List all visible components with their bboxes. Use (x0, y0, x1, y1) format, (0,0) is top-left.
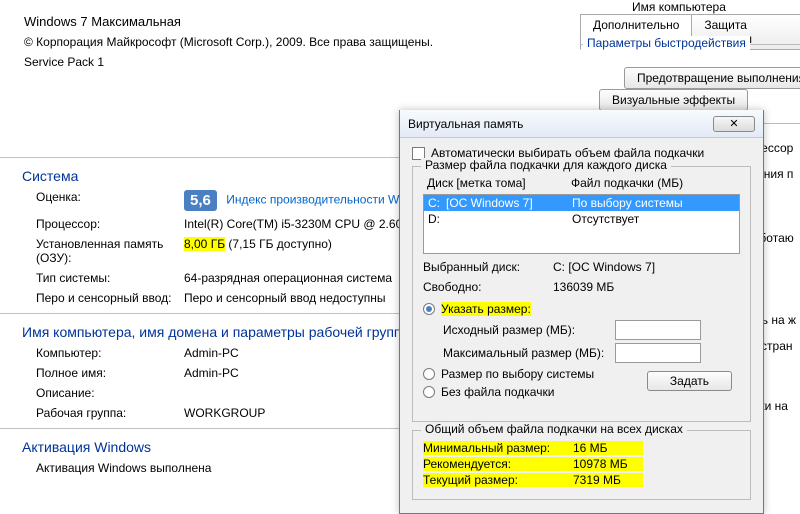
radio-system-label: Размер по выбору системы (441, 367, 594, 381)
rating-label: Оценка: (24, 190, 184, 211)
totals-title: Общий объем файла подкачки на всех диска… (421, 422, 687, 436)
totals-group: Общий объем файла подкачки на всех диска… (412, 430, 751, 500)
ram-label: Установленная память (ОЗУ): (24, 237, 184, 265)
cpu-label: Процессор: (24, 217, 184, 231)
per-drive-title: Размер файла подкачки для каждого диска (421, 158, 671, 172)
os-edition: Windows 7 Максимальная (24, 14, 584, 29)
free-space-value: 136039 МБ (553, 280, 740, 294)
selected-drive-value: C: [OC Windows 7] (553, 260, 740, 274)
wei-score-badge[interactable]: 5,6 (184, 190, 217, 211)
initial-size-input[interactable] (615, 320, 701, 340)
dialog-titlebar[interactable]: Виртуальная память ✕ (400, 110, 763, 138)
workgroup-label: Рабочая группа: (24, 406, 184, 420)
cur-size-value: 7319 МБ (573, 473, 643, 487)
dep-tab-button[interactable]: Предотвращение выполнения данных (624, 67, 800, 89)
service-pack: Service Pack 1 (24, 55, 584, 69)
min-size-label: Минимальный размер: (423, 441, 573, 455)
virtual-memory-dialog: Виртуальная память ✕ Автоматически выбир… (399, 110, 764, 514)
drive-row-d[interactable]: D: Отсутствует (424, 211, 739, 227)
close-button[interactable]: ✕ (713, 116, 755, 132)
radio-icon (423, 303, 435, 315)
drive-list[interactable]: C: [OC Windows 7] По выбору системы D: О… (423, 194, 740, 254)
free-space-label: Свободно: (423, 280, 553, 294)
max-size-input[interactable] (615, 343, 701, 363)
pen-label: Перо и сенсорный ввод: (24, 291, 184, 305)
radio-custom-size[interactable]: Указать размер: (423, 302, 740, 316)
radio-icon (423, 386, 435, 398)
min-size-value: 16 МБ (573, 441, 643, 455)
drive-row-c[interactable]: C: [OC Windows 7] По выбору системы (424, 195, 739, 211)
close-icon: ✕ (729, 117, 738, 130)
set-button[interactable]: Задать (647, 371, 732, 391)
copyright-text: © Корпорация Майкрософт (Microsoft Corp.… (24, 35, 584, 49)
visual-effects-tab-button[interactable]: Визуальные эффекты (599, 89, 748, 111)
per-drive-group: Размер файла подкачки для каждого диска … (412, 166, 751, 422)
radio-icon (423, 368, 435, 380)
col-drive: Диск [метка тома] (427, 176, 571, 190)
max-size-label: Максимальный размер (МБ): (443, 346, 615, 360)
cur-size-label: Текущий размер: (423, 473, 573, 487)
activation-status: Активация Windows выполнена (24, 461, 211, 475)
perf-options-title: Параметры быстродействия (583, 36, 750, 50)
initial-size-label: Исходный размер (МБ): (443, 323, 615, 337)
dialog-title: Виртуальная память (408, 117, 713, 131)
fullname-label: Полное имя: (24, 366, 184, 380)
systype-label: Тип системы: (24, 271, 184, 285)
desc-label: Описание: (24, 386, 184, 400)
drive-table-header: Диск [метка тома] Файл подкачки (МБ) (423, 175, 740, 191)
radio-none-label: Без файла подкачки (441, 385, 554, 399)
col-swap: Файл подкачки (МБ) (571, 176, 736, 190)
radio-custom-label: Указать размер: (441, 302, 531, 316)
ram-available: (7,15 ГБ доступно) (228, 237, 332, 251)
ram-value: 8,00 ГБ (184, 237, 225, 251)
tab-computer-name: Имя компьютера (632, 0, 726, 14)
rec-size-label: Рекомендуется: (423, 457, 573, 471)
rec-size-value: 10978 МБ (573, 457, 643, 471)
selected-drive-label: Выбранный диск: (423, 260, 553, 274)
computer-label: Компьютер: (24, 346, 184, 360)
